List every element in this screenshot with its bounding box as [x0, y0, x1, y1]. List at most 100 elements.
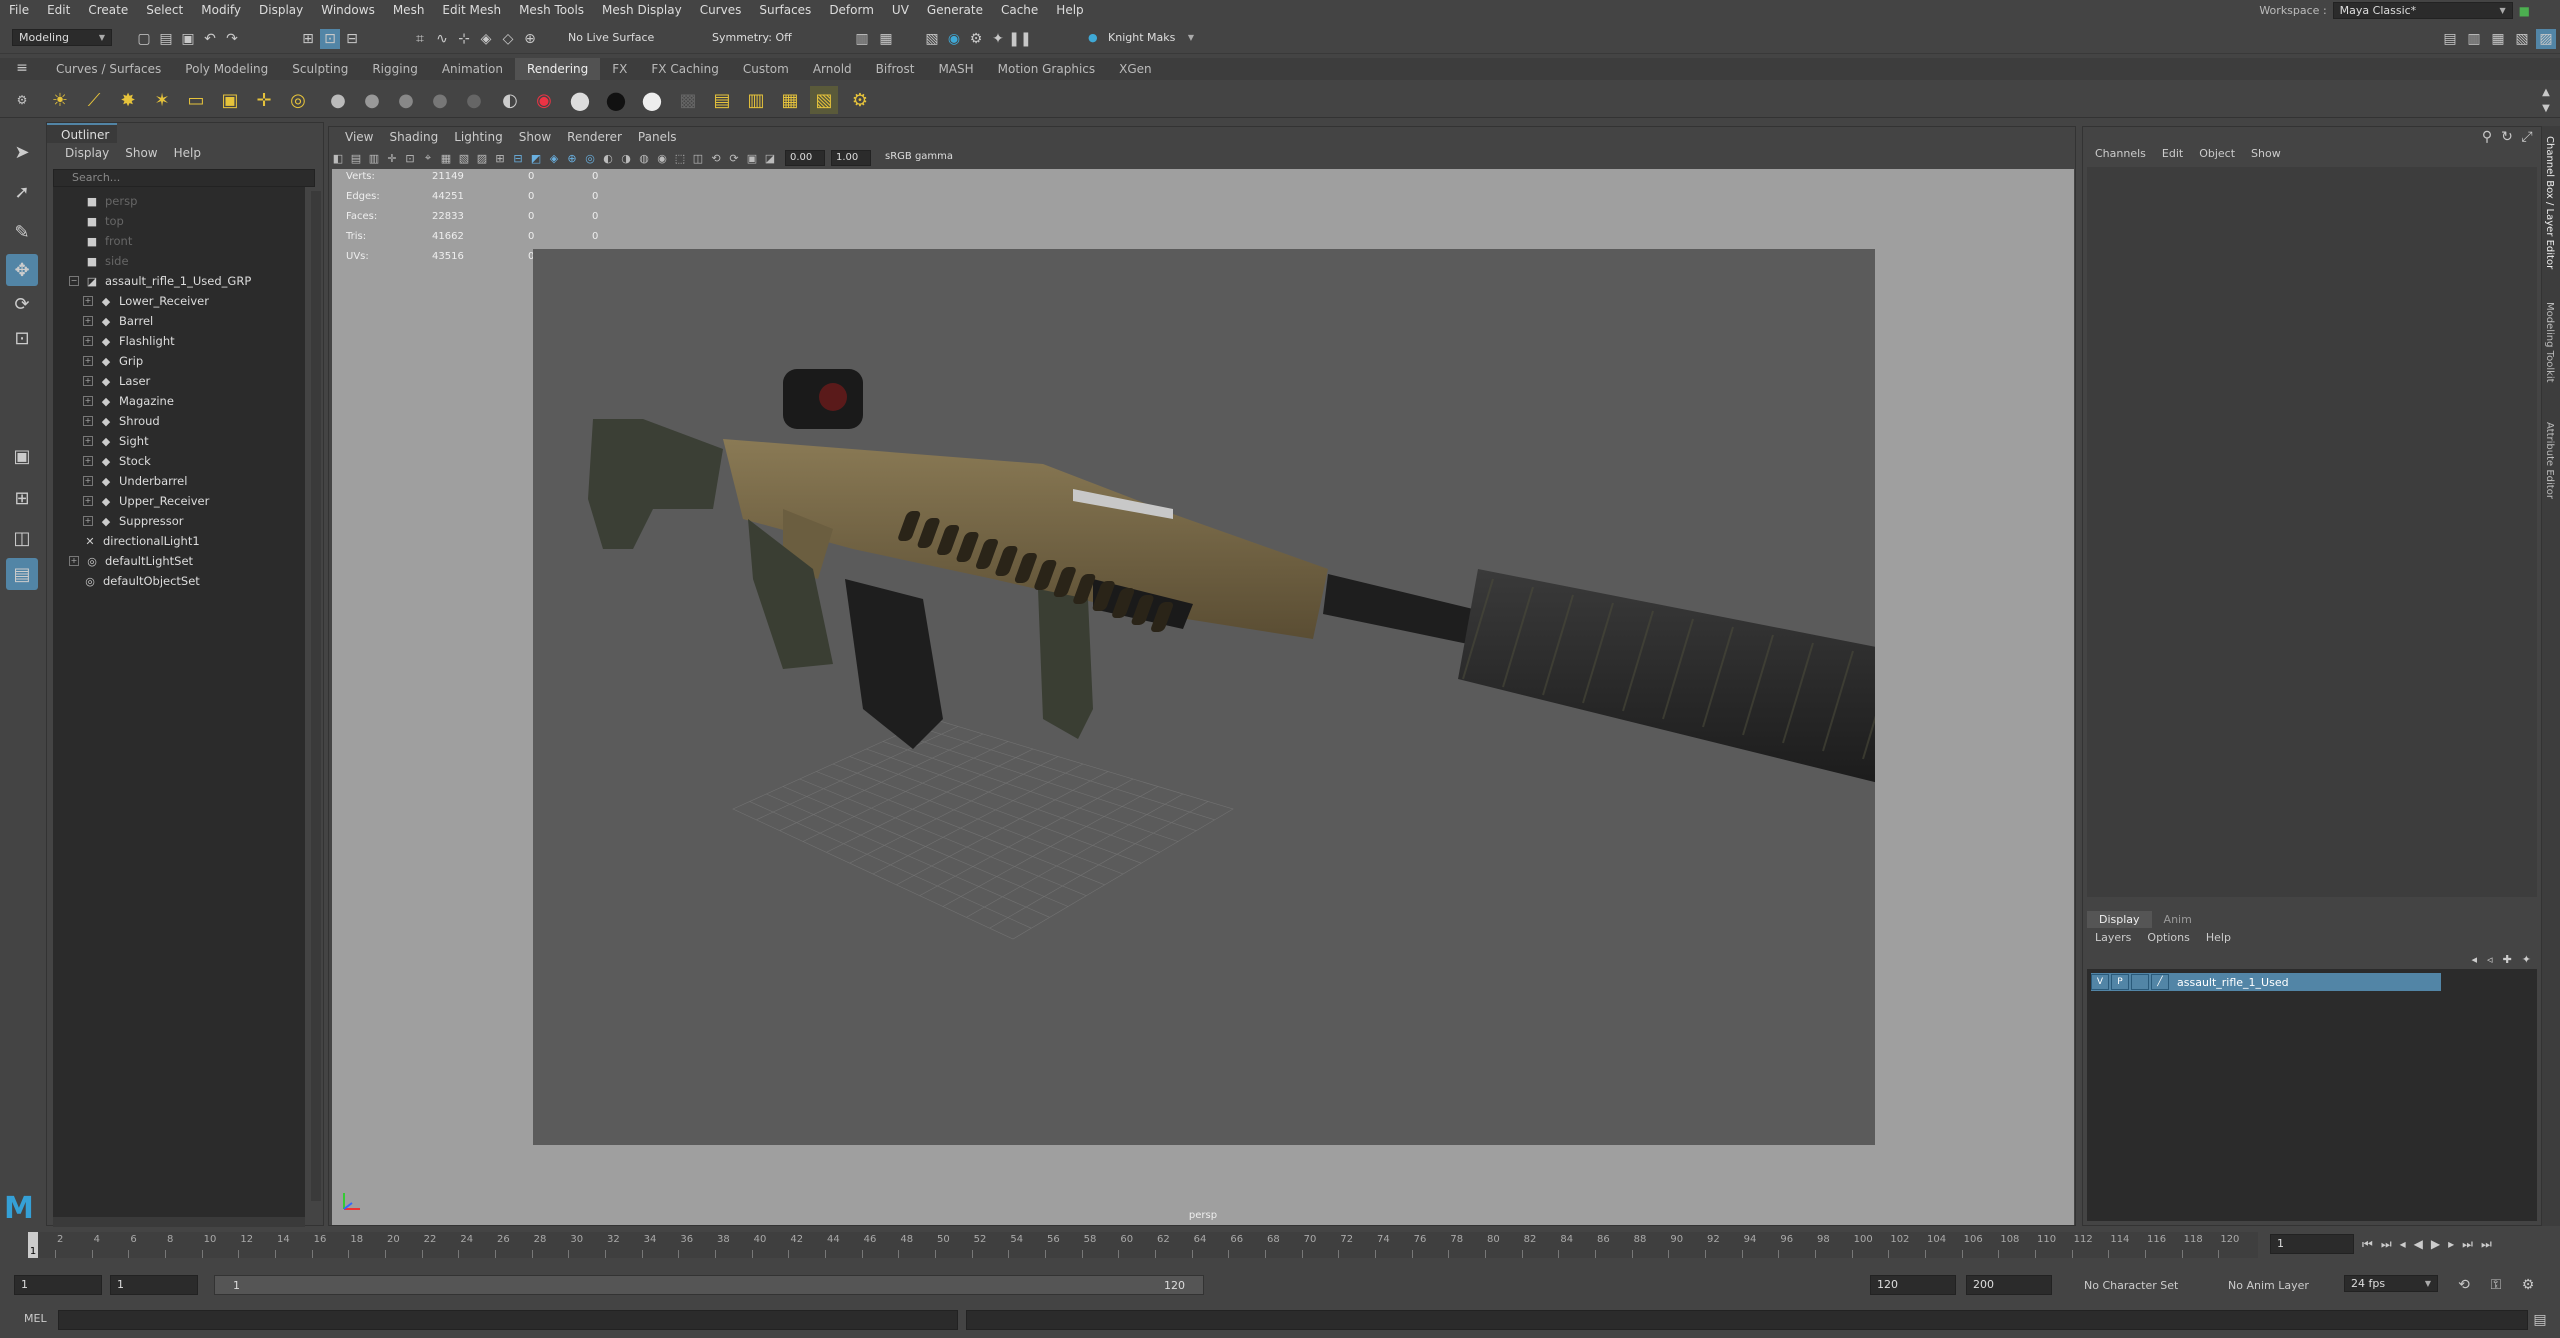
tab-modeling-toolkit[interactable]: Modeling Toolkit — [2544, 302, 2555, 383]
menu-deform[interactable]: Deform — [820, 3, 883, 17]
lasso-tool-icon[interactable]: ➚ — [6, 176, 38, 208]
layer-row[interactable]: V P ╱ assault_rifle_1_Used — [2091, 973, 2441, 991]
expand-icon[interactable]: − — [69, 276, 79, 286]
gamma-field[interactable]: 1.00 — [831, 150, 871, 166]
menu-edit[interactable]: Edit — [38, 3, 79, 17]
expand-icon[interactable]: + — [83, 356, 93, 366]
channels-menu[interactable]: Channels — [2087, 147, 2154, 160]
outliner-item-mesh[interactable]: + ◆ Flashlight — [83, 331, 175, 351]
viewport-tool-icon[interactable]: ▦ — [437, 152, 455, 165]
play-backwards-icon[interactable]: ◀ — [2414, 1237, 2423, 1251]
material-ball-icon[interactable]: ● — [358, 86, 386, 114]
outliner-item-group[interactable]: − ◪ assault_rifle_1_Used_GRP — [69, 271, 251, 291]
outliner-item-camera[interactable]: ■ top — [85, 211, 124, 231]
step-forward-key-icon[interactable]: ⏭ — [2462, 1237, 2473, 1252]
menu-mesh-tools[interactable]: Mesh Tools — [510, 3, 593, 17]
expand-icon[interactable]: + — [83, 456, 93, 466]
shelf-tab-fx-caching[interactable]: FX Caching — [639, 58, 730, 80]
viewport-tool-icon[interactable]: ▧ — [455, 152, 473, 165]
character-set-dropdown[interactable]: No Character Set — [2084, 1279, 2178, 1292]
outliner-menu-show[interactable]: Show — [117, 146, 165, 160]
viewport-tool-icon[interactable]: ⊕ — [563, 152, 581, 165]
expand-icon[interactable]: + — [83, 336, 93, 346]
assault-rifle-model[interactable] — [533, 249, 1875, 1145]
menu-file[interactable]: File — [0, 3, 38, 17]
outliner-item-mesh[interactable]: + ◆ Upper_Receiver — [83, 491, 209, 511]
viewport-tool-icon[interactable]: ◍ — [635, 152, 653, 165]
snap-pivot-icon[interactable]: ⊕ — [520, 29, 540, 49]
point-light-icon[interactable]: ✸ — [114, 86, 142, 114]
live-surface-field[interactable]: No Live Surface — [562, 29, 682, 46]
spot-light-icon[interactable]: ✶ — [148, 86, 176, 114]
menu-curves[interactable]: Curves — [691, 3, 751, 17]
shelf-tab-xgen[interactable]: XGen — [1107, 58, 1164, 80]
auto-key-icon[interactable]: ⚿ — [2486, 1275, 2506, 1295]
expand-icon[interactable]: + — [83, 376, 93, 386]
outliner-menu-help[interactable]: Help — [166, 146, 209, 160]
play-forwards-icon[interactable]: ▶ — [2431, 1237, 2440, 1251]
symmetry-dropdown[interactable]: Symmetry: Off — [706, 29, 806, 46]
outliner-horizontal-scrollbar[interactable] — [53, 1217, 305, 1227]
select-component-icon[interactable]: ⊟ — [342, 29, 362, 49]
layer-color-swatch[interactable]: ╱ — [2151, 974, 2169, 990]
step-forward-frame-icon[interactable]: ▸ — [2448, 1237, 2454, 1251]
shelf-tab-arnold[interactable]: Arnold — [801, 58, 864, 80]
panel-layout-icon[interactable]: ▦ — [2488, 29, 2508, 49]
outliner-item-mesh[interactable]: + ◆ Grip — [83, 351, 143, 371]
mel-label[interactable]: MEL — [24, 1312, 47, 1325]
viewport-tool-icon[interactable]: ◪ — [761, 152, 779, 165]
shelf-tab-sculpting[interactable]: Sculpting — [280, 58, 360, 80]
move-layer-down-icon[interactable]: ◃ — [2487, 953, 2493, 966]
edit-menu[interactable]: Edit — [2154, 147, 2191, 160]
expand-icon[interactable]: + — [83, 416, 93, 426]
camera-aim-icon[interactable]: ◎ — [284, 86, 312, 114]
outliner-item-mesh[interactable]: + ◆ Magazine — [83, 391, 174, 411]
viewport-tool-icon[interactable]: ⌖ — [419, 151, 437, 165]
menu-cache[interactable]: Cache — [992, 3, 1047, 17]
outliner-item-mesh[interactable]: + ◆ Shroud — [83, 411, 160, 431]
outliner-item-light[interactable]: ✕ directionalLight1 — [83, 531, 199, 551]
step-back-key-icon[interactable]: ⏭ — [2381, 1237, 2392, 1252]
layer-playback-toggle[interactable]: P — [2111, 974, 2129, 990]
expand-icon[interactable]: + — [83, 316, 93, 326]
viewport-menu-view[interactable]: View — [337, 130, 381, 144]
white-material-icon[interactable]: ● — [566, 86, 594, 114]
render-frame-icon[interactable]: ▦ — [876, 29, 896, 49]
area-light-icon[interactable]: ▭ — [182, 86, 210, 114]
ipr-icon[interactable]: ▧ — [810, 86, 838, 114]
outliner-item-camera[interactable]: ■ front — [85, 231, 133, 251]
viewport-tool-icon[interactable]: ⟳ — [725, 152, 743, 165]
outliner-item-mesh[interactable]: + ◆ Stock — [83, 451, 151, 471]
preferences-icon[interactable]: ⚙ — [2518, 1275, 2538, 1295]
menu-help[interactable]: Help — [1047, 3, 1092, 17]
layers-menu[interactable]: Layers — [2087, 931, 2139, 944]
expand-icon[interactable]: + — [83, 476, 93, 486]
material-ball-icon[interactable]: ● — [324, 86, 352, 114]
shelf-tab-custom[interactable]: Custom — [731, 58, 801, 80]
viewport-menu-lighting[interactable]: Lighting — [446, 130, 511, 144]
snap-grid-icon[interactable]: ⌗ — [410, 29, 430, 49]
range-slider-bar[interactable]: 1 120 — [214, 1275, 1204, 1295]
menu-uv[interactable]: UV — [883, 3, 918, 17]
menu-surfaces[interactable]: Surfaces — [750, 3, 820, 17]
outliner-vertical-scrollbar[interactable] — [311, 191, 321, 1201]
viewport-tool-icon[interactable]: ▤ — [347, 152, 365, 165]
new-scene-icon[interactable]: ▢ — [134, 29, 154, 49]
viewport-tool-icon[interactable]: ◩ — [527, 152, 545, 165]
viewport-tool-icon[interactable]: ◎ — [581, 152, 599, 165]
surface-material-icon[interactable]: ● — [638, 86, 666, 114]
playback-end-field[interactable]: 120 — [1870, 1275, 1956, 1295]
playback-start-field[interactable]: 1 — [110, 1275, 198, 1295]
outliner-item-camera[interactable]: ■ side — [85, 251, 129, 271]
viewport-tool-icon[interactable]: ▨ — [473, 152, 491, 165]
help-menu[interactable]: Help — [2198, 931, 2239, 944]
panel-layout-icon[interactable]: ▧ — [2512, 29, 2532, 49]
shelf-tab-fx[interactable]: FX — [600, 58, 639, 80]
shelf-options-icon[interactable]: ⚙ — [12, 90, 32, 110]
viewport-menu-renderer[interactable]: Renderer — [559, 130, 630, 144]
render-icon[interactable]: ▤ — [708, 86, 736, 114]
shelf-tab-animation[interactable]: Animation — [430, 58, 515, 80]
pause-icon[interactable]: ❚❚ — [1008, 29, 1031, 49]
shelf-tab-mash[interactable]: MASH — [926, 58, 985, 80]
workspace-dropdown[interactable]: Maya Classic* ▼ — [2332, 2, 2513, 19]
